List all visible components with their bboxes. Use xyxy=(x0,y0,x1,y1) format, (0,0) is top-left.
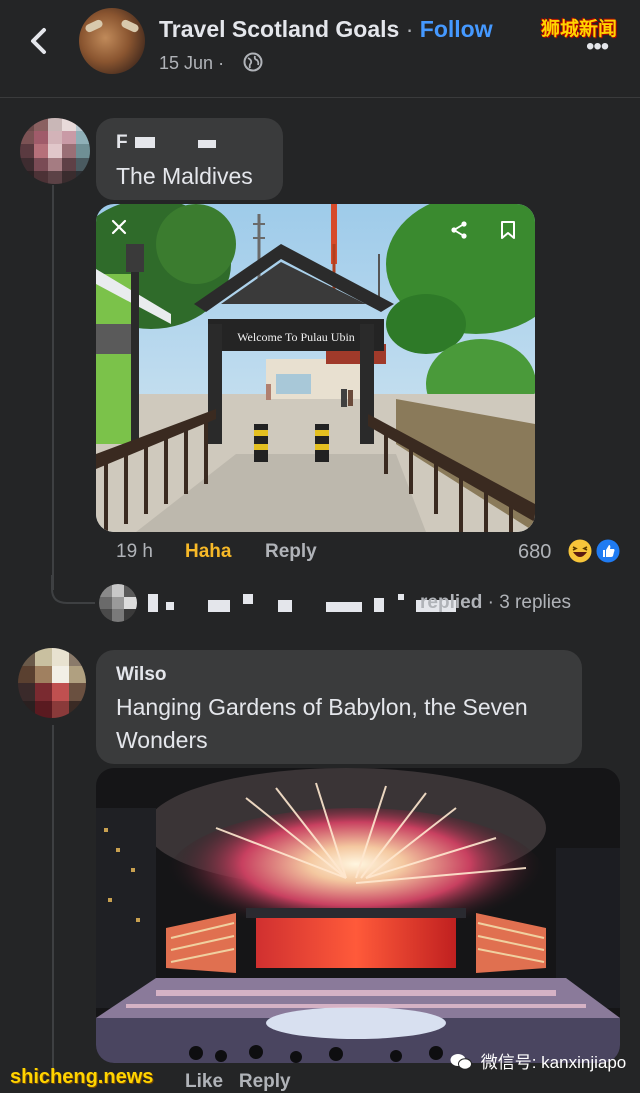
replies-redacted-names xyxy=(148,592,458,616)
post-header: Travel Scotland Goals · Follow 15 Jun · … xyxy=(0,0,640,98)
close-icon[interactable] xyxy=(110,218,128,236)
reaction-count[interactable]: 680 xyxy=(518,541,551,564)
thread-connector xyxy=(51,575,95,604)
comment-photo[interactable] xyxy=(96,768,620,1063)
comment-photo[interactable]: Welcome To Pulau Ubin xyxy=(96,204,535,532)
date-separator: · xyxy=(218,53,225,73)
haha-emoji-icon[interactable] xyxy=(567,538,593,564)
photo-sign-text: Welcome To Pulau Ubin xyxy=(237,330,355,344)
globe-icon xyxy=(243,52,263,72)
photo-image: Welcome To Pulau Ubin xyxy=(96,204,535,532)
separator: · xyxy=(405,16,414,42)
page-title[interactable]: Travel Scotland Goals · Follow xyxy=(159,16,493,43)
site-watermark: shicheng.news xyxy=(10,1066,154,1088)
reply-button[interactable]: Reply xyxy=(265,541,317,563)
comment-author[interactable]: Wilso xyxy=(116,664,167,686)
share-icon[interactable] xyxy=(450,220,468,240)
comment-time: 19 h xyxy=(116,541,153,562)
wechat-icon xyxy=(450,1054,472,1070)
comment-text: The Maldives xyxy=(116,163,253,189)
comment-text: Hanging Gardens of Babylon, the Seven Wo… xyxy=(116,694,528,753)
page-name[interactable]: Travel Scotland Goals xyxy=(159,16,399,42)
wechat-watermark: 微信号: kanxinjiapo xyxy=(450,1048,626,1073)
avatar[interactable] xyxy=(20,118,90,184)
like-icon[interactable] xyxy=(595,538,621,564)
back-arrow-icon[interactable] xyxy=(22,22,56,60)
follow-button[interactable]: Follow xyxy=(420,16,493,42)
comment-bubble[interactable]: F The Maldives xyxy=(96,118,283,200)
view-replies-link[interactable]: replied · 3 replies xyxy=(420,592,571,614)
photo-image xyxy=(96,768,620,1063)
page-avatar[interactable] xyxy=(79,8,145,74)
reply-avatar[interactable] xyxy=(99,584,137,622)
comment-author[interactable]: F xyxy=(116,132,217,154)
partial-action-row: Like Reply xyxy=(185,1071,291,1092)
redaction-block xyxy=(198,140,217,148)
post-date: 15 Jun · xyxy=(159,53,224,74)
haha-reaction-button[interactable]: Haha xyxy=(185,541,231,563)
redaction-block xyxy=(134,137,155,148)
thread-line xyxy=(52,725,54,1070)
more-dots-icon[interactable]: ••• xyxy=(586,33,609,61)
bookmark-icon[interactable] xyxy=(500,220,516,240)
comment-bubble[interactable]: Wilso Hanging Gardens of Babylon, the Se… xyxy=(96,650,582,764)
date-text: 15 Jun xyxy=(159,53,214,73)
avatar[interactable] xyxy=(18,648,86,718)
thread-line xyxy=(52,185,54,590)
wechat-id: 微信号: kanxinjiapo xyxy=(480,1053,627,1072)
